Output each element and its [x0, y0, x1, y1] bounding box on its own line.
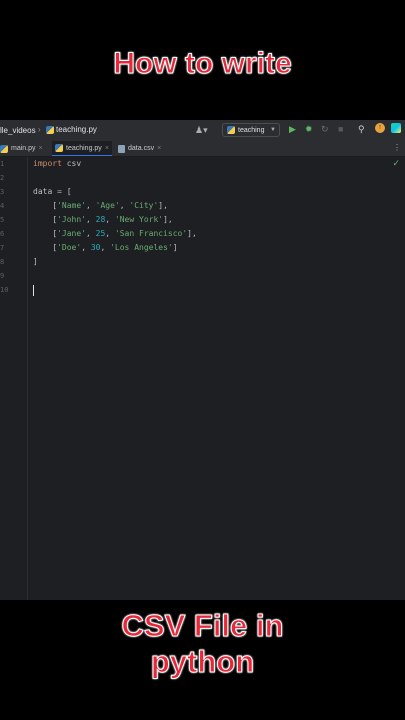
python-icon: [227, 126, 235, 134]
tab-main-py[interactable]: main.py ×: [0, 141, 50, 156]
stop-icon[interactable]: ■: [338, 124, 343, 134]
python-file-icon: [0, 144, 8, 153]
breadcrumb-project[interactable]: lle_videos: [0, 126, 36, 135]
breadcrumb-file-label: teaching.py: [56, 125, 97, 134]
ide-window: lle_videos › teaching.py ♟▾ teaching ▼ ▶…: [0, 120, 405, 600]
tab-label: data.csv: [128, 145, 155, 152]
code-line-1: import csv: [33, 159, 82, 168]
update-icon[interactable]: ↑: [375, 123, 385, 133]
text-cursor: [33, 285, 34, 296]
close-icon[interactable]: ×: [39, 145, 43, 152]
close-icon[interactable]: ×: [105, 145, 109, 152]
csv-file-icon: [118, 144, 125, 153]
jetbrains-logo-icon[interactable]: [391, 123, 401, 133]
tab-data-csv[interactable]: data.csv ×: [118, 141, 168, 156]
code-line-6: ['Jane', 25, 'San Francisco'],: [33, 229, 197, 238]
breadcrumb-separator: ›: [38, 125, 41, 134]
line-number: 7: [0, 244, 5, 252]
caption-bottom-line1: CSV File in: [121, 608, 284, 644]
code-line-3: data = [: [33, 187, 72, 196]
caption-top: How to write: [113, 47, 292, 81]
line-number-gutter: 1 2 3 4 5 6 7 8 9 10: [0, 157, 28, 600]
line-number: 6: [0, 230, 5, 238]
run-icon[interactable]: ▶: [289, 124, 296, 135]
tab-label: teaching.py: [66, 144, 102, 152]
close-icon[interactable]: ×: [157, 145, 161, 152]
breadcrumb-file[interactable]: teaching.py: [46, 125, 97, 134]
line-number: 2: [0, 174, 5, 182]
python-file-icon: [55, 144, 63, 152]
line-number: 3: [0, 188, 5, 196]
editor-tabs: main.py × teaching.py × data.csv × ⋮: [0, 141, 405, 157]
line-number: 10: [0, 286, 9, 294]
no-problems-check-icon[interactable]: ✓: [392, 158, 400, 169]
line-number: 1: [0, 160, 5, 168]
code-line-4: ['Name', 'Age', 'City'],: [33, 201, 168, 210]
coverage-icon[interactable]: ↻: [321, 124, 329, 135]
line-number: 5: [0, 216, 5, 224]
python-file-icon: [46, 125, 54, 134]
run-config-selector[interactable]: teaching ▼: [222, 123, 280, 137]
run-config-label: teaching: [238, 126, 265, 134]
debug-icon[interactable]: ✹: [305, 124, 313, 135]
code-line-8: ]: [33, 257, 38, 266]
line-number: 8: [0, 258, 5, 266]
caption-bottom-line2: python: [150, 644, 255, 680]
main-toolbar: lle_videos › teaching.py ♟▾ teaching ▼ ▶…: [0, 120, 405, 142]
code-line-7: ['Doe', 30, 'Los Angeles']: [33, 243, 178, 252]
chevron-down-icon: ▼: [270, 127, 276, 133]
more-options-icon[interactable]: ⋮: [393, 143, 401, 152]
tab-teaching-py[interactable]: teaching.py ×: [52, 141, 112, 156]
line-number: 4: [0, 202, 5, 210]
search-icon[interactable]: ⚲: [358, 124, 365, 135]
account-icon[interactable]: ♟▾: [195, 125, 208, 136]
code-line-5: ['John', 28, 'New York'],: [33, 215, 173, 224]
line-number: 9: [0, 272, 5, 280]
tab-label: main.py: [11, 145, 36, 152]
